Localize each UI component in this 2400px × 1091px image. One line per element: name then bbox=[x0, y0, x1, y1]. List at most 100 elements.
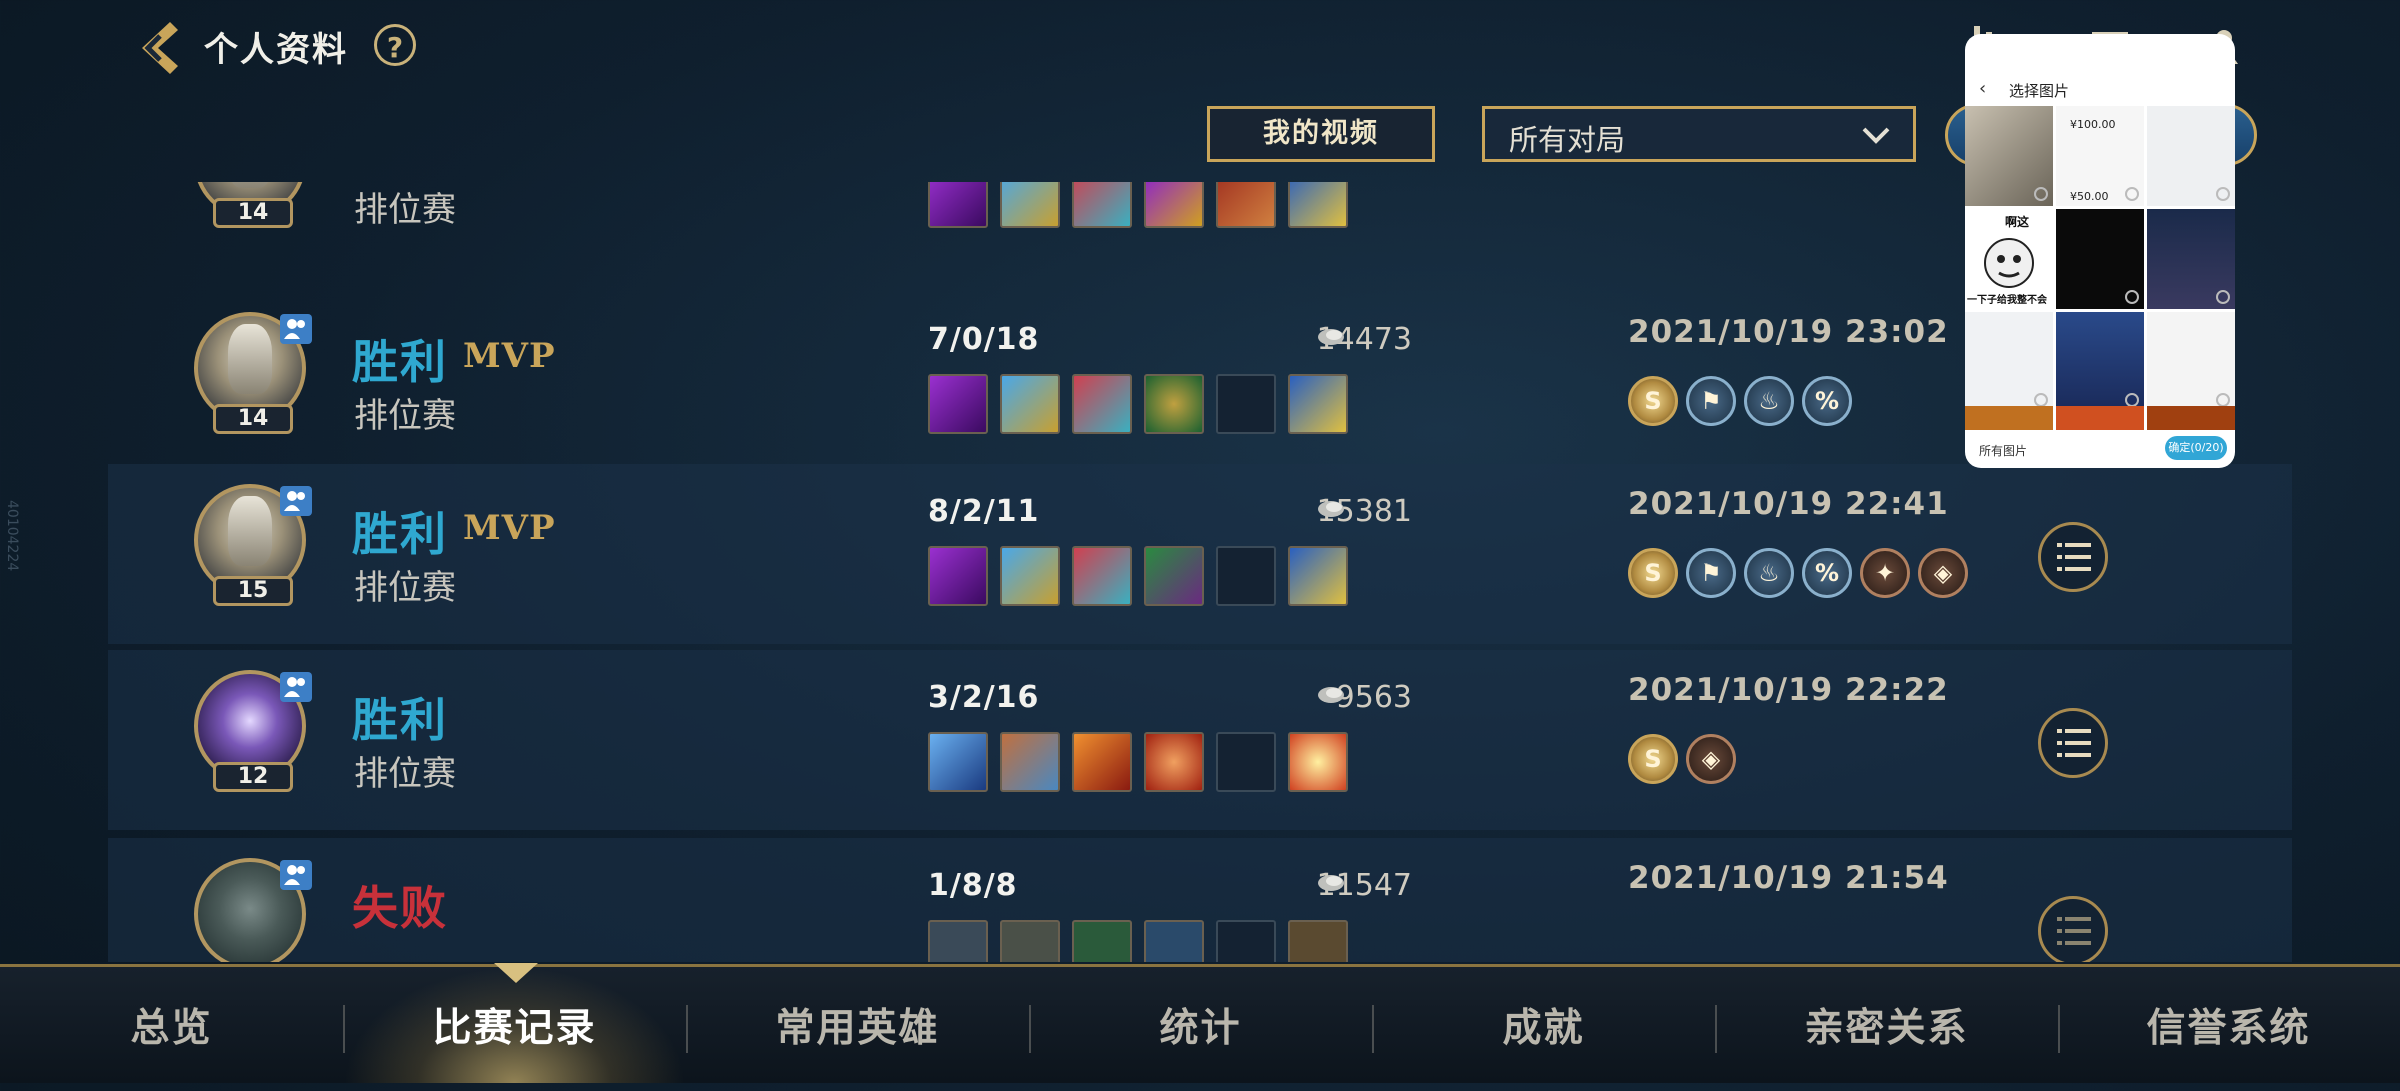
match-mode: 排位赛 bbox=[354, 754, 456, 794]
tab-match-history[interactable]: 比赛记录 bbox=[343, 967, 686, 1083]
picker-back-icon[interactable]: ‹ bbox=[1979, 78, 1986, 99]
tab-statistics[interactable]: 统计 bbox=[1029, 967, 1372, 1083]
tab-achievements[interactable]: 成就 bbox=[1372, 967, 1715, 1083]
match-row[interactable]: 12 胜利 排位赛 3/2/16 9563 2021/10/19 22:22 S… bbox=[108, 650, 2292, 830]
picker-thumbnail[interactable] bbox=[2056, 406, 2144, 430]
match-detail-button[interactable] bbox=[2038, 896, 2108, 962]
friends-icon bbox=[280, 314, 312, 344]
bottom-tab-bar: 总览 比赛记录 常用英雄 统计 成就 亲密关系 信誉系统 bbox=[0, 963, 2400, 1083]
item-icon bbox=[1072, 732, 1132, 792]
s-rank-badge-icon: S bbox=[1628, 734, 1678, 784]
filter-selected-value: 所有对局 bbox=[1509, 123, 1626, 157]
match-row[interactable]: 失败 1/8/8 11547 2021/10/19 21:54 bbox=[108, 838, 2292, 962]
item-icon bbox=[1144, 920, 1204, 962]
item-icon bbox=[928, 374, 988, 434]
item-icon bbox=[1000, 732, 1060, 792]
match-score: 9563 bbox=[1335, 680, 1412, 715]
tab-overview[interactable]: 总览 bbox=[0, 967, 343, 1083]
page-title: 个人资料 bbox=[204, 30, 348, 70]
match-result: 胜利 bbox=[352, 507, 448, 561]
friends-icon bbox=[280, 860, 312, 890]
gold-coin-icon bbox=[1318, 875, 1344, 891]
item-icon bbox=[928, 546, 988, 606]
item-icon bbox=[1216, 182, 1276, 228]
match-date: 2021/10/19 22:41 bbox=[1628, 486, 1949, 522]
picker-thumbnail[interactable] bbox=[2056, 312, 2144, 412]
match-score: 11547 bbox=[1316, 868, 1412, 903]
item-icon bbox=[1144, 374, 1204, 434]
percent-badge-icon: % bbox=[1802, 548, 1852, 598]
item-icon bbox=[1000, 546, 1060, 606]
picker-thumbnail[interactable] bbox=[1965, 406, 2053, 430]
picker-album-selector[interactable]: 所有图片 bbox=[1979, 442, 2027, 459]
picker-thumbnail[interactable] bbox=[2147, 312, 2235, 412]
hero-level-badge: 15 bbox=[213, 576, 293, 606]
match-result: 胜利 bbox=[352, 693, 448, 747]
match-date: 2021/10/19 21:54 bbox=[1628, 860, 1949, 896]
match-row[interactable]: 15 胜利 MVP 排位赛 8/2/11 15381 2021/10/19 22… bbox=[108, 464, 2292, 644]
trinket-icon bbox=[1288, 732, 1348, 792]
picker-thumbnail[interactable] bbox=[2147, 406, 2235, 430]
back-button[interactable] bbox=[130, 18, 186, 78]
chevron-left-icon bbox=[142, 22, 178, 74]
match-detail-button[interactable] bbox=[2038, 708, 2108, 778]
friends-icon bbox=[280, 486, 312, 516]
item-icon bbox=[1144, 546, 1204, 606]
hero-level-badge: 14 bbox=[213, 198, 293, 228]
kda: 1/8/8 bbox=[928, 868, 1018, 903]
picker-thumbnail[interactable]: ¥100.00 ¥50.00 bbox=[2056, 106, 2144, 206]
gold-coin-icon bbox=[1318, 501, 1344, 517]
match-date: 2021/10/19 22:22 bbox=[1628, 672, 1949, 708]
tab-relationships[interactable]: 亲密关系 bbox=[1715, 967, 2058, 1083]
friends-icon bbox=[280, 672, 312, 702]
my-videos-button[interactable]: 我的视频 bbox=[1207, 106, 1435, 162]
tab-common-heroes[interactable]: 常用英雄 bbox=[686, 967, 1029, 1083]
help-icon[interactable]: ? bbox=[374, 24, 416, 66]
match-score: 15381 bbox=[1316, 494, 1412, 529]
gold-coin-icon bbox=[1318, 687, 1344, 703]
hero-level-badge: 14 bbox=[213, 404, 293, 434]
active-tab-indicator bbox=[494, 963, 538, 983]
fire-badge-icon: ♨ bbox=[1744, 376, 1794, 426]
trinket-icon bbox=[1288, 546, 1348, 606]
s-rank-badge-icon: S bbox=[1628, 548, 1678, 598]
item-icon bbox=[1000, 374, 1060, 434]
picker-title: 选择图片 bbox=[2009, 82, 2070, 100]
trinket-icon bbox=[1288, 374, 1348, 434]
list-icon bbox=[2057, 543, 2091, 571]
shield-badge-icon: ◈ bbox=[1918, 548, 1968, 598]
picker-thumbnail[interactable] bbox=[2147, 209, 2235, 309]
tab-honor-system[interactable]: 信誉系统 bbox=[2057, 967, 2400, 1083]
match-result: 胜利 bbox=[352, 335, 448, 389]
hero-level-badge: 12 bbox=[213, 762, 293, 792]
item-icon bbox=[1072, 920, 1132, 962]
trinket-icon bbox=[1288, 920, 1348, 962]
image-picker-popup[interactable]: ‹ 选择图片 ¥100.00 ¥50.00 啊这 一下子给我整不会了 所有图片 … bbox=[1965, 34, 2235, 468]
empty-item-slot bbox=[1216, 374, 1276, 434]
empty-item-slot bbox=[1216, 920, 1276, 962]
match-result: 失败 bbox=[352, 881, 448, 935]
list-icon bbox=[2057, 729, 2091, 757]
s-rank-badge-icon: S bbox=[1628, 376, 1678, 426]
match-score: 14473 bbox=[1316, 322, 1412, 357]
picker-confirm-button[interactable]: 确定(0/20) bbox=[2165, 436, 2227, 460]
kda: 8/2/11 bbox=[928, 494, 1040, 529]
item-icon bbox=[928, 182, 988, 228]
chevron-down-icon bbox=[1862, 127, 1890, 144]
match-filter-dropdown[interactable]: 所有对局 bbox=[1482, 106, 1916, 162]
picker-thumbnail[interactable] bbox=[1965, 106, 2053, 206]
match-detail-button[interactable] bbox=[2038, 522, 2108, 592]
picker-thumbnail[interactable] bbox=[2056, 209, 2144, 309]
picker-thumbnail[interactable] bbox=[1965, 312, 2053, 412]
picker-thumbnail[interactable]: 啊这 一下子给我整不会了 bbox=[1965, 209, 2053, 309]
item-icon bbox=[1072, 182, 1132, 228]
side-watermark: 40104224 bbox=[4, 500, 20, 572]
flag-badge-icon: ⚑ bbox=[1686, 376, 1736, 426]
item-icon bbox=[1000, 920, 1060, 962]
picker-thumbnail[interactable] bbox=[2147, 106, 2235, 206]
empty-item-slot bbox=[1216, 546, 1276, 606]
fire-badge-icon: ♨ bbox=[1744, 548, 1794, 598]
match-mode: 排位赛 bbox=[354, 568, 456, 608]
match-mode: 排位赛 bbox=[354, 190, 456, 230]
item-icon bbox=[1144, 732, 1204, 792]
